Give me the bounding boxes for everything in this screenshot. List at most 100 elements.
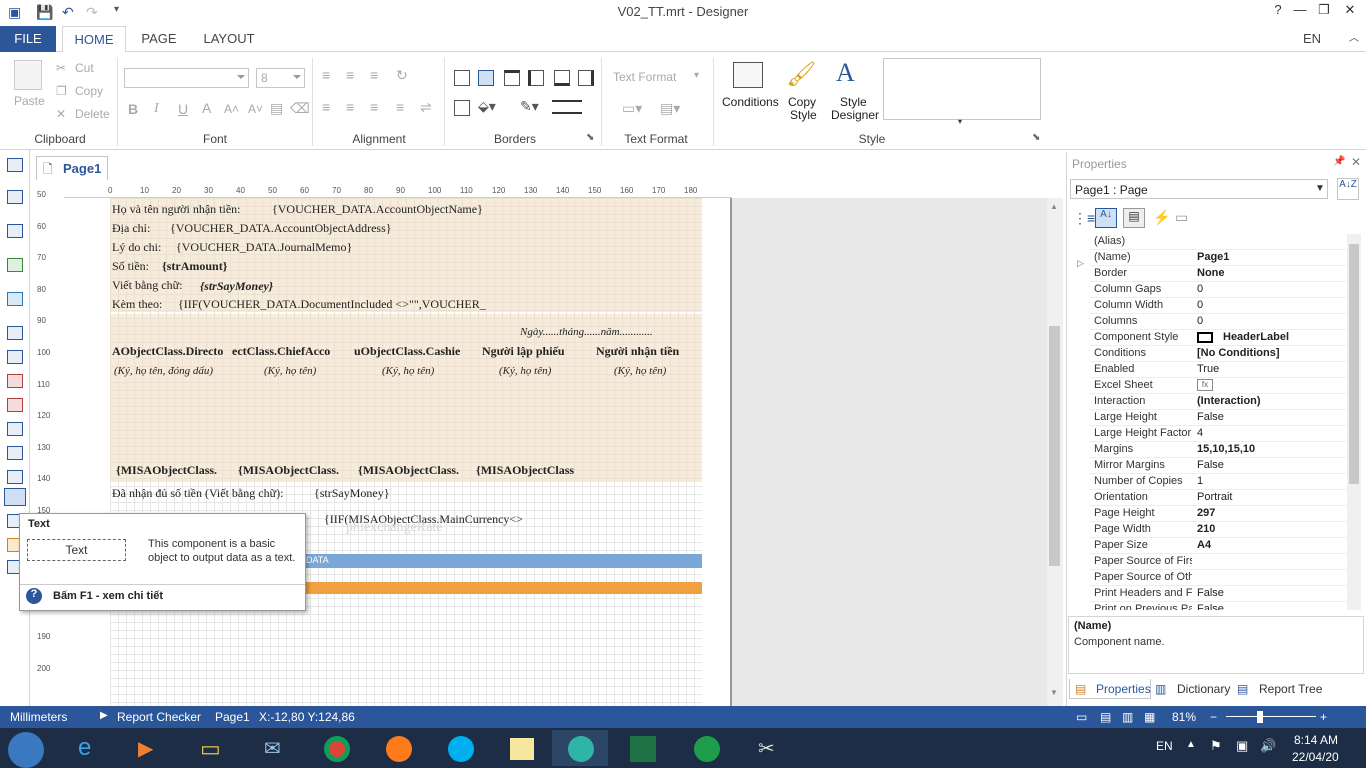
toolbox-report-title-icon[interactable] bbox=[7, 326, 23, 340]
font-name-dropdown[interactable] bbox=[124, 68, 249, 88]
property-row[interactable]: Orientation Portrait bbox=[1089, 490, 1347, 506]
field-label[interactable]: Họ và tên người nhận tiền: bbox=[112, 202, 241, 217]
top-border-icon[interactable] bbox=[504, 70, 520, 86]
toolbox-shape-icon[interactable] bbox=[7, 292, 23, 306]
close-panel-icon[interactable]: ✕ bbox=[1351, 155, 1361, 169]
property-row[interactable]: Paper Source of Firs bbox=[1089, 554, 1347, 570]
ie-icon[interactable]: e bbox=[62, 730, 118, 766]
zoom-slider-thumb[interactable] bbox=[1257, 711, 1264, 723]
clock-date[interactable]: 22/04/20 bbox=[1292, 750, 1339, 764]
signature-note[interactable]: (Ký, họ tên) bbox=[614, 365, 666, 377]
style-designer-line2[interactable]: Designer bbox=[831, 108, 879, 122]
scroll-up-icon[interactable]: ▲ bbox=[1050, 202, 1058, 211]
font-size-dropdown[interactable]: 8 bbox=[256, 68, 305, 88]
cut-button[interactable]: Cut bbox=[75, 61, 94, 75]
skype-icon[interactable] bbox=[432, 730, 488, 766]
property-pages-icon[interactable]: ▭ bbox=[1175, 209, 1188, 226]
field-value[interactable]: {VOUCHER_DATA.AccountObjectName} bbox=[272, 202, 483, 217]
property-value[interactable]: 0 bbox=[1197, 315, 1347, 327]
property-value[interactable]: False bbox=[1197, 603, 1347, 610]
toolbox-text-icon[interactable] bbox=[4, 488, 26, 506]
start-button[interactable] bbox=[8, 732, 44, 768]
property-row[interactable]: Print on Previous Pa False bbox=[1089, 602, 1347, 610]
property-row[interactable]: Margins 15,10,15,10 bbox=[1089, 442, 1347, 458]
received-value[interactable]: {strSayMoney} bbox=[314, 486, 390, 501]
property-value[interactable]: 0 bbox=[1197, 283, 1347, 295]
signature-field[interactable]: {MISAObjectClass. bbox=[238, 463, 339, 478]
outlook-icon[interactable]: ✉ bbox=[248, 730, 304, 766]
border-color-icon[interactable]: ✎▾ bbox=[520, 98, 539, 115]
network-icon[interactable]: ▣ bbox=[1236, 738, 1248, 754]
all-borders-icon[interactable] bbox=[454, 70, 470, 86]
word-wrap-icon[interactable]: ⇌ bbox=[420, 99, 432, 116]
signature-field[interactable]: {MISAObjectClass bbox=[476, 463, 574, 478]
property-row[interactable]: Columns 0 bbox=[1089, 314, 1347, 330]
signature-field[interactable]: {MISAObjectClass. bbox=[116, 463, 217, 478]
align-middle-icon[interactable]: ≡ bbox=[346, 67, 354, 83]
pin-icon[interactable]: 📌 bbox=[1333, 156, 1345, 167]
left-border-icon[interactable] bbox=[528, 70, 544, 86]
properties-scrollbar[interactable] bbox=[1347, 234, 1361, 610]
signature-title[interactable]: AObjectClass.Directo bbox=[112, 344, 223, 359]
view-two-pages-icon[interactable]: ▥ bbox=[1122, 710, 1133, 724]
alphabetical-icon[interactable]: A↓ bbox=[1095, 208, 1117, 228]
signature-note[interactable]: (Ký, họ tên) bbox=[382, 365, 434, 377]
property-row[interactable]: Enabled True bbox=[1089, 362, 1347, 378]
right-border-icon[interactable] bbox=[578, 70, 594, 86]
format-painter-icon[interactable]: ▭▾ bbox=[622, 100, 642, 117]
close-button[interactable]: ✕ bbox=[1336, 2, 1364, 22]
signature-title[interactable]: Người lập phiếu bbox=[482, 344, 565, 359]
borders-launcher-icon[interactable]: ⬊ bbox=[586, 132, 594, 143]
component-selector[interactable]: Page1 : Page ▼ bbox=[1070, 179, 1328, 199]
received-label[interactable]: Đã nhận đủ số tiền (Viết bằng chữ): bbox=[112, 486, 283, 501]
properties-view-icon[interactable]: ▤ bbox=[1123, 208, 1145, 228]
border-settings-icon[interactable] bbox=[454, 100, 470, 116]
grow-font-icon[interactable]: A˄ bbox=[224, 102, 239, 116]
fill-color-icon[interactable]: ⬙▾ bbox=[478, 98, 496, 115]
text-format-dropdown[interactable]: Text Format ▾ bbox=[610, 68, 706, 88]
tab-home[interactable]: HOME bbox=[62, 26, 126, 53]
bold-icon[interactable]: B bbox=[128, 101, 138, 117]
property-row[interactable]: Component Style HeaderLabel bbox=[1089, 330, 1347, 346]
play-icon[interactable]: ▶ bbox=[100, 710, 108, 721]
align-justify-icon[interactable]: ≡ bbox=[396, 99, 404, 115]
property-value[interactable]: Page1 bbox=[1197, 251, 1347, 263]
field-label[interactable]: Lý do chi: bbox=[112, 240, 161, 255]
zoom-out-icon[interactable]: − bbox=[1210, 710, 1217, 724]
align-center-icon[interactable]: ≡ bbox=[346, 99, 354, 115]
media-player-icon[interactable]: ▶ bbox=[120, 730, 176, 766]
expression-icon[interactable]: fx bbox=[1197, 379, 1213, 391]
property-row[interactable]: Print Headers and Fo False bbox=[1089, 586, 1347, 602]
property-row[interactable]: Column Gaps 0 bbox=[1089, 282, 1347, 298]
align-left-icon[interactable]: ≡ bbox=[322, 99, 330, 115]
paste-button[interactable]: Paste bbox=[14, 94, 45, 108]
toolbox-crossband-icon[interactable] bbox=[7, 190, 23, 204]
property-value[interactable]: 15,10,15,10 bbox=[1197, 443, 1347, 455]
field-label[interactable]: Số tiền: bbox=[112, 259, 149, 274]
excel-icon[interactable] bbox=[614, 730, 670, 766]
sticky-notes-icon[interactable] bbox=[494, 730, 550, 766]
underline-icon[interactable]: U bbox=[178, 101, 188, 117]
scroll-down-icon[interactable]: ▼ bbox=[1050, 688, 1058, 697]
property-row[interactable]: Large Height Factor 4 bbox=[1089, 426, 1347, 442]
toolbox-panel-icon[interactable] bbox=[7, 470, 23, 484]
format-options-icon[interactable]: ▤▾ bbox=[660, 100, 680, 117]
property-value[interactable]: False bbox=[1197, 459, 1347, 471]
events-icon[interactable]: ⚡ bbox=[1153, 209, 1170, 226]
clock-time[interactable]: 8:14 AM bbox=[1294, 733, 1338, 747]
field-value[interactable]: {VOUCHER_DATA.AccountObjectAddress} bbox=[170, 221, 392, 236]
property-value[interactable]: 210 bbox=[1197, 523, 1347, 535]
toolbox-footer-icon[interactable] bbox=[7, 422, 23, 436]
snipping-tool-icon[interactable]: ✂ bbox=[740, 730, 796, 766]
style-launcher-icon[interactable]: ⬊ bbox=[1032, 132, 1040, 143]
signature-note[interactable]: (Ký, họ tên) bbox=[499, 365, 551, 377]
signature-title[interactable]: ectClass.ChiefAcco bbox=[232, 344, 330, 359]
property-row[interactable]: Interaction (Interaction) bbox=[1089, 394, 1347, 410]
field-label[interactable]: Kèm theo: bbox=[112, 297, 162, 312]
style-designer-icon[interactable]: A bbox=[836, 58, 855, 88]
property-row[interactable]: Border None bbox=[1089, 266, 1347, 282]
language-indicator[interactable]: EN bbox=[1300, 26, 1324, 52]
property-row[interactable]: Page Width 210 bbox=[1089, 522, 1347, 538]
tab-properties[interactable]: ▤ Properties bbox=[1069, 679, 1151, 699]
view-fit-icon[interactable]: ▦ bbox=[1144, 710, 1155, 724]
